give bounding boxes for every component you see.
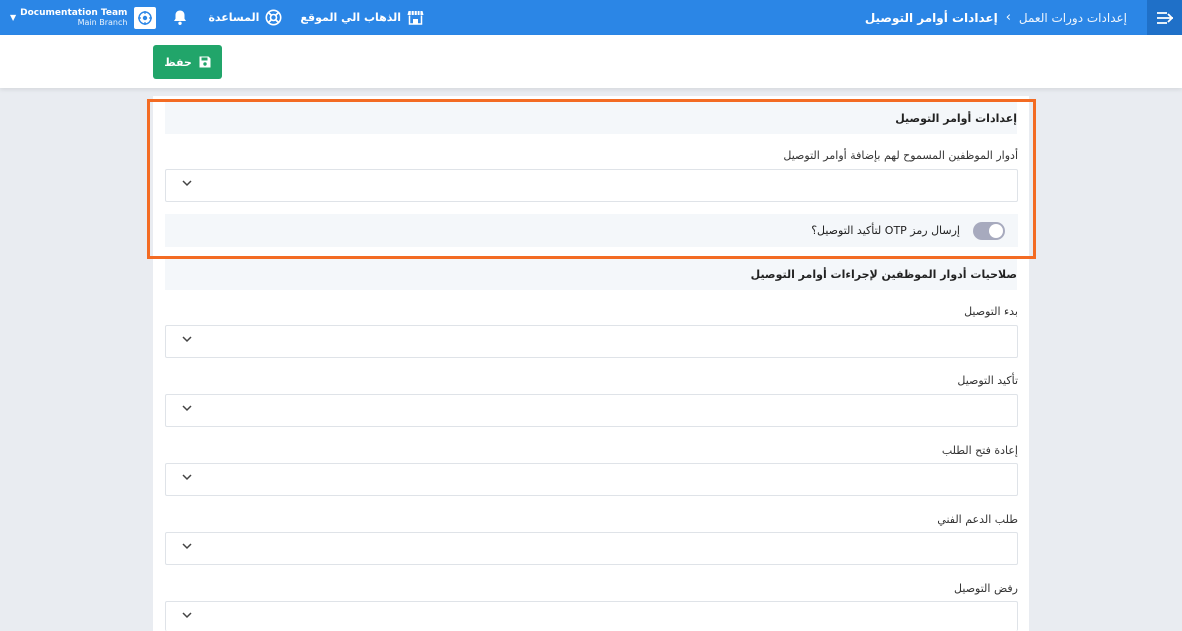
top-bar-actions: ▼ Documentation Team Main Branch المساعد… xyxy=(0,0,424,35)
confirm-delivery-select[interactable] xyxy=(165,394,1018,427)
chevron-down-icon xyxy=(182,336,192,343)
otp-setting-row: إرسال رمز OTP لتأكيد التوصيل؟ xyxy=(165,214,1018,247)
save-button[interactable]: حفظ xyxy=(153,45,222,79)
breadcrumb: إعدادات دورات العمل › إعدادات أوامر التو… xyxy=(865,0,1127,35)
action-bar: حفظ xyxy=(0,35,1182,88)
team-info: Documentation Team Main Branch xyxy=(20,8,127,28)
avatar xyxy=(134,6,157,29)
save-label: حفظ xyxy=(164,55,192,69)
start-delivery-label: بدء التوصيل xyxy=(964,305,1018,318)
breadcrumb-workflow-settings[interactable]: إعدادات دورات العمل xyxy=(1019,11,1127,25)
allowed-roles-select[interactable] xyxy=(165,169,1018,202)
help-link[interactable]: المساعدة xyxy=(208,9,282,26)
delivery-settings-header: إعدادات أوامر التوصيل xyxy=(165,102,1017,134)
sidebar-toggle-button[interactable] xyxy=(1147,0,1182,35)
go-to-site-label: الذهاب الي الموقع xyxy=(300,11,402,24)
confirm-delivery-label: تأكيد التوصيل xyxy=(957,374,1018,387)
chevron-down-icon xyxy=(182,543,192,550)
top-bar: إعدادات دورات العمل › إعدادات أوامر التو… xyxy=(0,0,1182,35)
otp-label: إرسال رمز OTP لتأكيد التوصيل؟ xyxy=(811,224,960,237)
breadcrumb-separator: › xyxy=(1005,10,1011,25)
reopen-order-label: إعادة فتح الطلب xyxy=(941,444,1018,457)
reject-delivery-select[interactable] xyxy=(165,601,1018,631)
support-request-select[interactable] xyxy=(165,532,1018,565)
chevron-down-icon xyxy=(182,180,192,187)
start-delivery-select[interactable] xyxy=(165,325,1018,358)
page-title: إعدادات أوامر التوصيل xyxy=(864,10,998,25)
caret-down-icon: ▼ xyxy=(10,13,17,22)
chevron-down-icon xyxy=(182,612,192,619)
store-icon xyxy=(407,11,424,25)
section-title: إعدادات أوامر التوصيل xyxy=(895,112,1017,125)
org-avatar-icon xyxy=(138,10,153,25)
reopen-order-select[interactable] xyxy=(165,463,1018,496)
role-permissions-header: صلاحيات أدوار الموظفين لإجراءات أوامر ال… xyxy=(165,258,1017,290)
team-switcher[interactable]: ▼ Documentation Team Main Branch xyxy=(10,6,157,29)
allowed-roles-label: أدوار الموظفين المسموح لهم بإضافة أوامر … xyxy=(783,149,1018,162)
help-label: المساعدة xyxy=(208,11,260,24)
lifebuoy-icon xyxy=(265,9,282,26)
save-icon xyxy=(199,56,211,68)
chevron-down-icon xyxy=(182,474,192,481)
section-title: صلاحيات أدوار الموظفين لإجراءات أوامر ال… xyxy=(750,268,1017,281)
go-to-site-link[interactable]: الذهاب الي الموقع xyxy=(300,10,424,25)
toggle-knob xyxy=(989,224,1003,238)
otp-toggle[interactable] xyxy=(973,222,1005,240)
team-name: Documentation Team xyxy=(20,7,128,18)
chevron-down-icon xyxy=(182,405,192,412)
support-request-label: طلب الدعم الفني xyxy=(937,513,1018,526)
bell-icon xyxy=(174,10,187,25)
menu-toggle-icon xyxy=(1156,11,1173,24)
notifications-button[interactable] xyxy=(172,9,188,26)
reject-delivery-label: رفض التوصيل xyxy=(954,582,1018,595)
branch-name: Main Branch xyxy=(77,17,128,27)
